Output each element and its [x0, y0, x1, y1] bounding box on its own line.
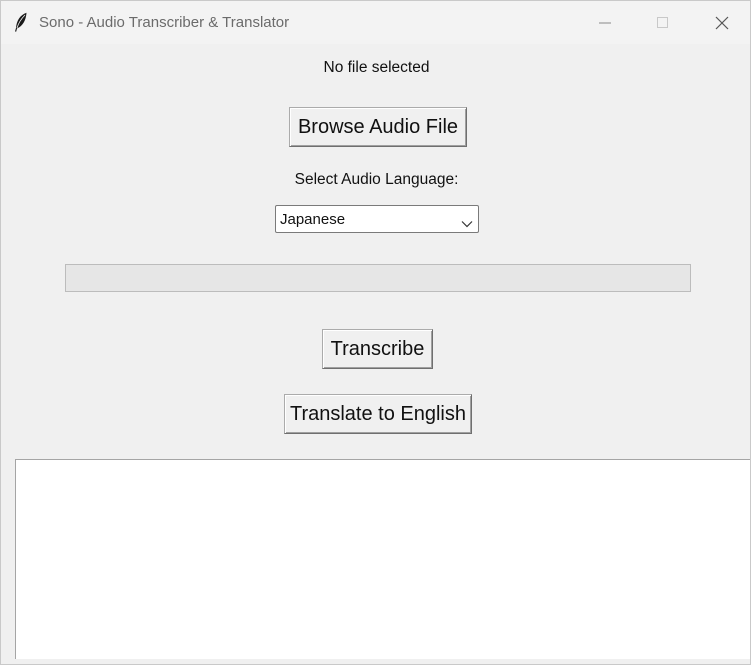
output-textbox[interactable]: [15, 459, 750, 659]
close-icon: [715, 16, 729, 30]
maximize-button[interactable]: [634, 1, 692, 44]
feather-icon: [14, 12, 28, 32]
chevron-down-icon[interactable]: [461, 215, 473, 228]
window-title: Sono - Audio Transcriber & Translator: [39, 14, 290, 31]
browse-audio-file-button[interactable]: Browse Audio File: [289, 107, 467, 147]
minimize-icon: [599, 17, 611, 29]
language-select-value: Japanese: [280, 211, 346, 228]
translate-to-english-button[interactable]: Translate to English: [284, 394, 472, 434]
minimize-button[interactable]: [576, 1, 634, 44]
maximize-icon: [657, 16, 669, 29]
file-status-label: No file selected: [323, 59, 430, 76]
progress-bar: [65, 264, 691, 292]
app-window: Sono - Audio Transcriber & Translator No…: [0, 0, 751, 665]
language-select[interactable]: Japanese: [275, 205, 479, 233]
language-label: Select Audio Language:: [294, 171, 459, 188]
main-content: No file selected Browse Audio File Selec…: [1, 44, 750, 664]
close-button[interactable]: [693, 1, 750, 44]
title-bar[interactable]: Sono - Audio Transcriber & Translator: [1, 1, 750, 44]
transcribe-button[interactable]: Transcribe: [322, 329, 433, 369]
